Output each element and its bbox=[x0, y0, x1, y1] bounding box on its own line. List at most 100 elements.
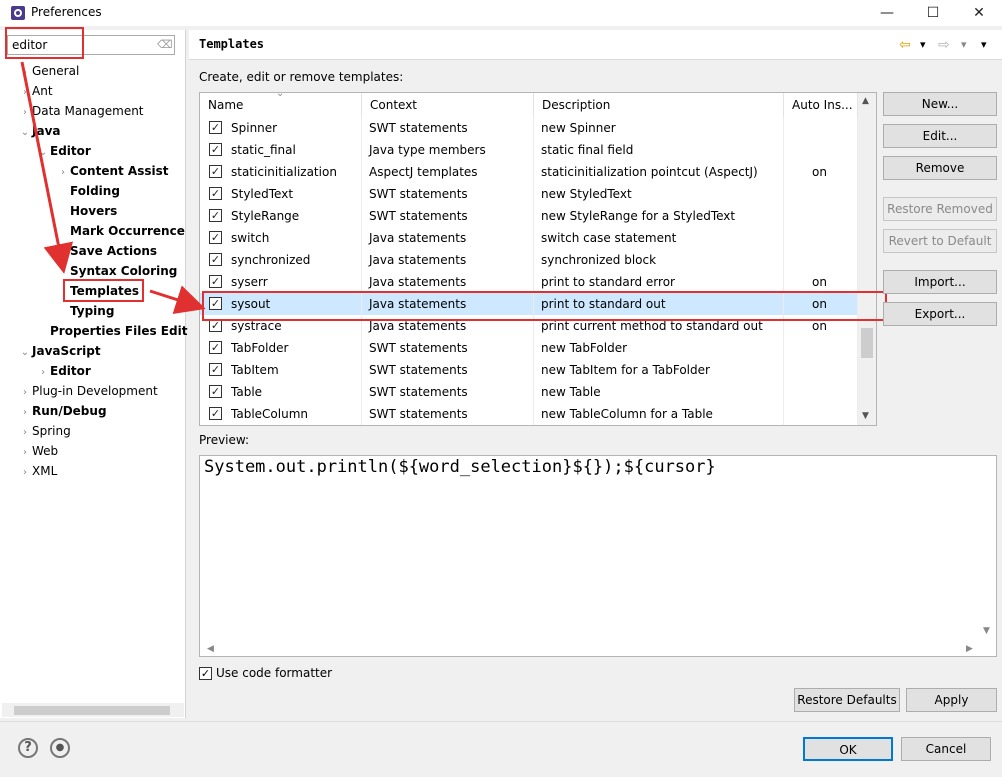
chevron-right-icon[interactable]: › bbox=[18, 103, 32, 123]
chevron-right-icon[interactable]: › bbox=[18, 83, 32, 103]
tree-item[interactable]: ⌄ Java bbox=[18, 121, 61, 143]
chevron-right-icon[interactable]: › bbox=[18, 443, 32, 463]
enabled-checkbox[interactable]: ✓ bbox=[209, 407, 222, 420]
edit-button[interactable]: Edit... bbox=[883, 124, 997, 148]
restore-defaults-button[interactable]: Restore Defaults bbox=[794, 688, 900, 712]
preview-scroll-right-icon[interactable]: ▶ bbox=[966, 644, 973, 654]
tree-item[interactable]: › Ant bbox=[18, 81, 53, 101]
enabled-checkbox[interactable]: ✓ bbox=[209, 385, 222, 398]
table-vertical-scrollbar[interactable] bbox=[858, 93, 876, 425]
chevron-down-icon[interactable]: ⌄ bbox=[36, 143, 50, 163]
apply-button[interactable]: Apply bbox=[906, 688, 997, 712]
table-row[interactable]: static_final Java type members static fina… bbox=[200, 139, 858, 161]
filter-input[interactable] bbox=[7, 35, 175, 55]
tree-item[interactable]: Save Actions bbox=[56, 241, 157, 261]
tree-item[interactable]: Typing bbox=[56, 301, 114, 321]
scroll-down-icon[interactable]: ▼ bbox=[862, 411, 869, 421]
close-button[interactable]: ✕ bbox=[956, 0, 1002, 26]
tree-item[interactable]: › XML bbox=[18, 461, 57, 481]
templates-table[interactable]: Name ⌄ Context Description Auto Ins... S… bbox=[199, 92, 877, 426]
table-row[interactable]: syserr Java statements print to standard e… bbox=[200, 271, 858, 293]
chevron-right-icon[interactable]: › bbox=[18, 403, 32, 423]
chevron-down-icon[interactable]: ⌄ bbox=[18, 343, 32, 363]
column-header-auto-insert[interactable]: Auto Ins... bbox=[784, 93, 858, 117]
maximize-button[interactable]: ☐ bbox=[910, 0, 956, 26]
use-code-formatter-checkbox[interactable]: ✓ bbox=[199, 667, 212, 680]
tree-item[interactable]: Mark Occurrence bbox=[56, 221, 185, 241]
forward-arrow-icon[interactable]: ⇨ bbox=[938, 37, 950, 53]
ok-button[interactable]: OK bbox=[803, 737, 893, 761]
table-row[interactable]: StyledText SWT statements new StyledText ✓ bbox=[200, 183, 858, 205]
clear-filter-icon[interactable]: ⌫ bbox=[157, 38, 173, 52]
tree-item[interactable]: › Web bbox=[18, 441, 58, 461]
tree-item[interactable]: Templates bbox=[56, 281, 139, 301]
chevron-right-icon[interactable]: › bbox=[36, 363, 50, 383]
table-row[interactable]: Spinner SWT statements new Spinner ✓ bbox=[200, 117, 858, 139]
enabled-checkbox[interactable]: ✓ bbox=[209, 363, 222, 376]
minimize-button[interactable]: — bbox=[864, 0, 910, 26]
table-row[interactable]: synchronized Java statements synchronized … bbox=[200, 249, 858, 271]
preview-scroll-down-icon[interactable]: ▼ bbox=[983, 626, 990, 636]
forward-dropdown-icon[interactable]: ▾ bbox=[961, 38, 967, 51]
view-menu-icon[interactable]: ▾ bbox=[981, 38, 987, 51]
chevron-right-icon[interactable]: › bbox=[18, 463, 32, 483]
enabled-checkbox[interactable]: ✓ bbox=[209, 187, 222, 200]
table-row[interactable]: systrace Java statements print current met… bbox=[200, 315, 858, 337]
tree-item[interactable]: › Data Management bbox=[18, 101, 144, 121]
chevron-right-icon[interactable]: › bbox=[18, 423, 32, 443]
table-row[interactable]: switch Java statements switch case stateme… bbox=[200, 227, 858, 249]
import-button[interactable]: Import... bbox=[883, 270, 997, 294]
cancel-button[interactable]: Cancel bbox=[901, 737, 991, 761]
tree-item[interactable]: ⌄ JavaScript bbox=[18, 341, 101, 361]
table-row[interactable]: Table SWT statements new Table ✓ bbox=[200, 381, 858, 403]
enabled-checkbox[interactable]: ✓ bbox=[209, 297, 222, 310]
tree-item[interactable]: › General bbox=[18, 61, 79, 81]
chevron-down-icon[interactable]: ⌄ bbox=[18, 123, 32, 143]
enabled-checkbox[interactable]: ✓ bbox=[209, 319, 222, 332]
table-scroll-thumb[interactable] bbox=[861, 328, 873, 358]
tree-item[interactable]: ⌄ Editor bbox=[36, 141, 91, 161]
enabled-checkbox[interactable]: ✓ bbox=[209, 165, 222, 178]
column-header-description[interactable]: Description bbox=[534, 93, 784, 117]
help-icon[interactable]: ? bbox=[18, 738, 38, 758]
tree-item[interactable]: › Editor bbox=[36, 361, 91, 381]
enabled-checkbox[interactable]: ✓ bbox=[209, 341, 222, 354]
tree-item[interactable]: Folding bbox=[56, 181, 120, 201]
enabled-checkbox[interactable]: ✓ bbox=[209, 121, 222, 134]
preview-scroll-left-icon[interactable]: ◀ bbox=[207, 644, 214, 654]
table-row[interactable]: StyleRange SWT statements new StyleRange f… bbox=[200, 205, 858, 227]
tree-item[interactable]: Syntax Coloring bbox=[56, 261, 177, 281]
tree-item[interactable]: Hovers bbox=[56, 201, 117, 221]
table-row[interactable]: TabFolder SWT statements new TabFolder ✓ bbox=[200, 337, 858, 359]
tree-scroll-thumb[interactable] bbox=[14, 706, 170, 715]
enabled-checkbox[interactable]: ✓ bbox=[209, 231, 222, 244]
tree-item-label: Templates bbox=[70, 284, 140, 298]
enabled-checkbox[interactable]: ✓ bbox=[209, 253, 222, 266]
chevron-right-icon[interactable]: › bbox=[18, 383, 32, 403]
chevron-right-icon[interactable]: › bbox=[56, 163, 70, 183]
back-arrow-icon[interactable]: ⇦ bbox=[899, 37, 911, 53]
tree-item[interactable]: › Run/Debug bbox=[18, 401, 107, 421]
remove-button[interactable]: Remove bbox=[883, 156, 997, 180]
table-row[interactable]: TabItem SWT statements new TabItem for a T… bbox=[200, 359, 858, 381]
table-row[interactable]: sysout Java statements print to standard o… bbox=[200, 293, 858, 315]
tree-item[interactable]: › Spring bbox=[18, 421, 71, 441]
chevron-right-icon[interactable]: › bbox=[18, 63, 32, 83]
enabled-checkbox[interactable]: ✓ bbox=[209, 143, 222, 156]
table-row[interactable]: staticinitialization AspectJ templates sta… bbox=[200, 161, 858, 183]
back-dropdown-icon[interactable]: ▾ bbox=[920, 38, 926, 51]
restore-removed-button[interactable]: Restore Removed bbox=[883, 197, 997, 221]
scroll-up-icon[interactable]: ▲ bbox=[862, 96, 869, 106]
enabled-checkbox[interactable]: ✓ bbox=[209, 209, 222, 222]
preview-editor[interactable] bbox=[199, 455, 997, 657]
tree-item[interactable]: › Content Assist bbox=[56, 161, 169, 181]
revert-to-default-button[interactable]: Revert to Default bbox=[883, 229, 997, 253]
enabled-checkbox[interactable]: ✓ bbox=[209, 275, 222, 288]
export-button[interactable]: Export... bbox=[883, 302, 997, 326]
table-row[interactable]: TableColumn SWT statements new TableColumn… bbox=[200, 403, 858, 425]
record-macro-icon[interactable]: ● bbox=[50, 738, 70, 758]
column-header-context[interactable]: Context bbox=[362, 93, 534, 117]
tree-item[interactable]: › Plug-in Development bbox=[18, 381, 158, 401]
new-button[interactable]: New... bbox=[883, 92, 997, 116]
tree-item[interactable]: Properties Files Edit bbox=[36, 321, 187, 341]
